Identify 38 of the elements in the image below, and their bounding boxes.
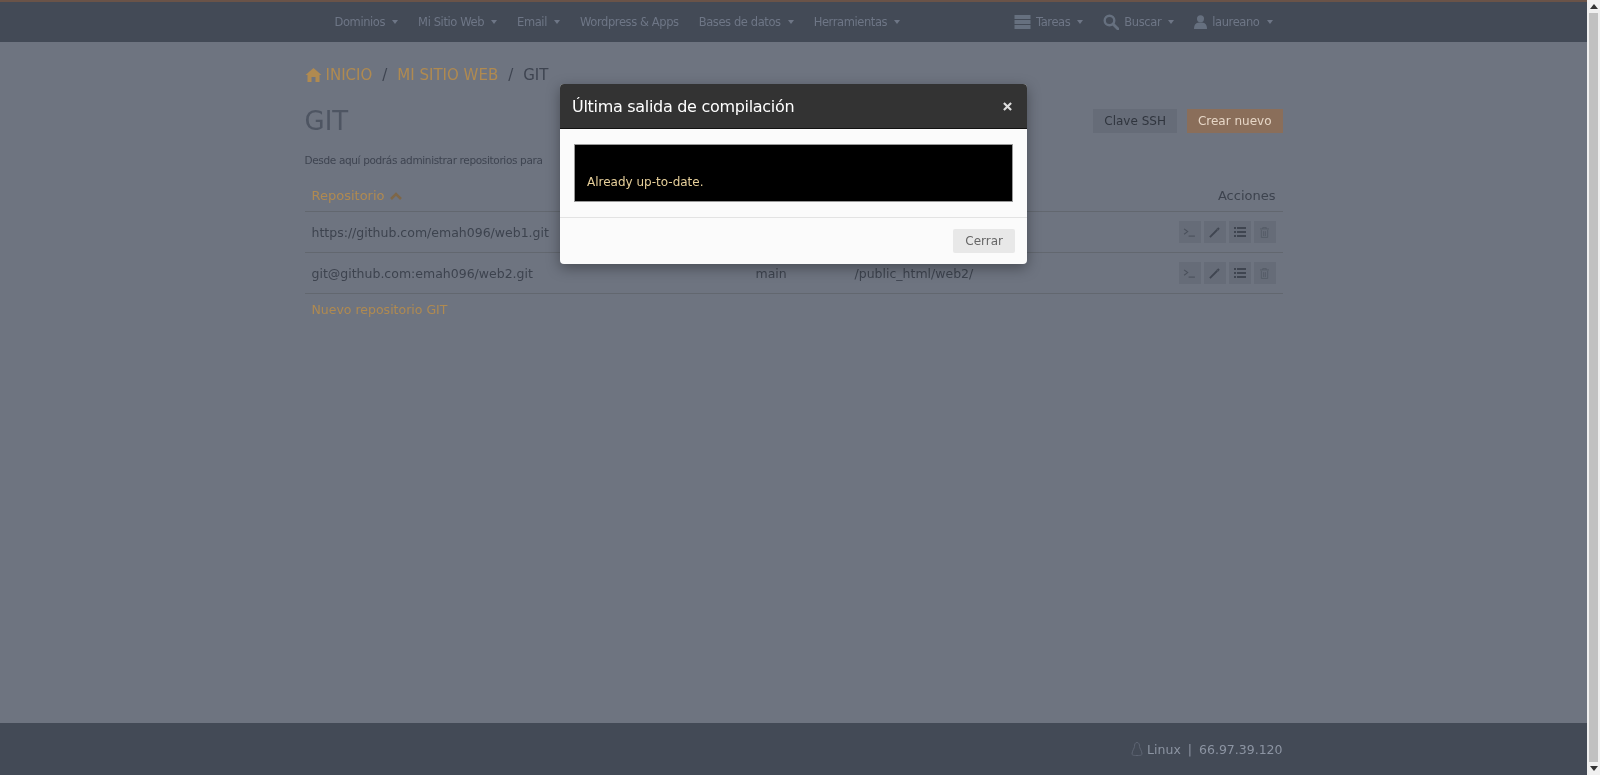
sort-column-header[interactable]: Repositorio <box>311 188 402 203</box>
server-icon <box>1014 15 1031 29</box>
scroll-down-icon[interactable] <box>1589 766 1598 771</box>
ip-address: 66.97.39.120 <box>1199 741 1283 757</box>
scroll-thumb[interactable] <box>1589 13 1598 762</box>
ssh-key-button[interactable]: Clave SSH <box>1093 109 1177 133</box>
breadcrumb-separator: / <box>508 66 514 84</box>
search-icon <box>1103 14 1120 30</box>
breadcrumb-separator: / <box>382 66 388 84</box>
list-icon <box>1233 268 1246 278</box>
list-button[interactable] <box>1228 262 1251 284</box>
terminal-button[interactable] <box>1178 262 1201 284</box>
os-label: Linux <box>1147 741 1181 757</box>
close-icon <box>1003 101 1012 111</box>
terminal-icon <box>1183 268 1196 278</box>
dismiss-button[interactable]: Cerrar <box>953 229 1015 253</box>
home-icon <box>304 68 322 82</box>
delete-button[interactable] <box>1253 221 1276 243</box>
edit-button[interactable] <box>1203 262 1226 284</box>
wand-icon <box>1209 226 1220 238</box>
terminal-icon <box>1183 227 1196 237</box>
breadcrumb-link[interactable]: INICIO <box>304 66 373 84</box>
list-icon <box>1233 227 1246 237</box>
output-text: Already up-to-date. <box>587 175 704 189</box>
edit-button[interactable] <box>1203 221 1226 243</box>
wand-icon <box>1209 267 1220 279</box>
new-repository-link[interactable]: Nuevo repositorio GIT <box>304 294 455 325</box>
footer-separator: | <box>1187 741 1192 757</box>
dialog-title: Última salida de compilación <box>572 96 795 116</box>
breadcrumb-link[interactable]: MI SITIO WEB <box>397 66 499 84</box>
delete-button[interactable] <box>1253 262 1276 284</box>
scrollbar[interactable] <box>1587 0 1600 775</box>
list-button[interactable] <box>1228 221 1251 243</box>
chevron-up-icon <box>389 191 402 200</box>
create-button[interactable]: Crear nuevo <box>1186 109 1283 133</box>
terminal-button[interactable] <box>1178 221 1201 243</box>
user-icon <box>1194 15 1208 29</box>
scroll-up-icon[interactable] <box>1589 4 1598 9</box>
